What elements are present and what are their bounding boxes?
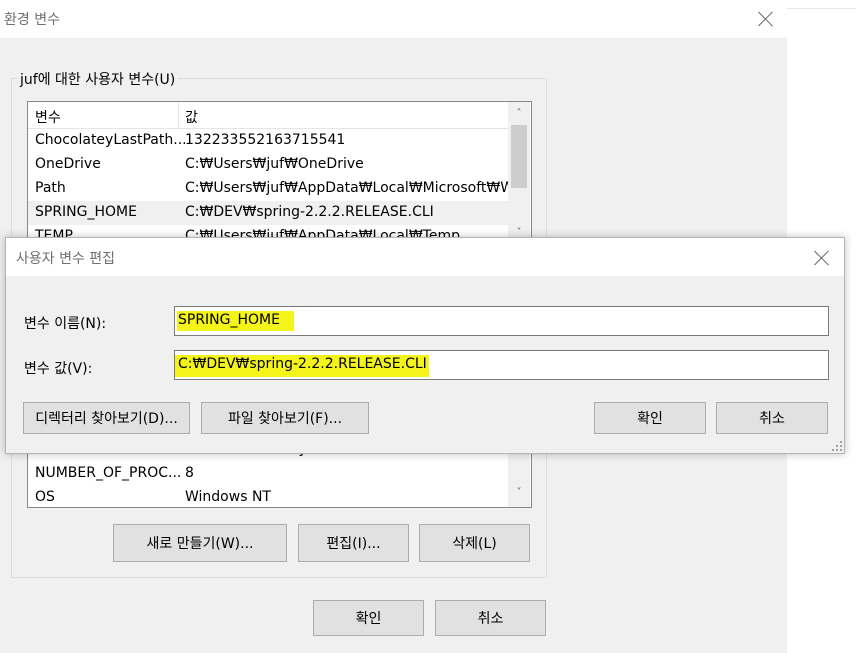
close-icon[interactable]: [814, 250, 830, 266]
variable-name: NUMBER_OF_PROC...: [35, 465, 182, 481]
variable-name: OneDrive: [35, 156, 101, 172]
variable-value-input[interactable]: C:₩DEV₩spring-2.2.2.RELEASE.CLI: [174, 350, 829, 380]
variable-value-label: 변수 값(V):: [24, 361, 93, 377]
new-variable-button[interactable]: 새로 만들기(W)...: [113, 524, 287, 562]
column-header-name[interactable]: 변수: [35, 107, 61, 127]
variable-name: OS: [35, 489, 55, 505]
variable-value: C:₩DEV₩spring-2.2.2.RELEASE.CLI: [185, 204, 434, 220]
user-variables-group-label: juf에 대한 사용자 변수(U): [17, 69, 179, 89]
table-row[interactable]: OS Windows NT: [28, 486, 508, 507]
table-row[interactable]: ChocolateyLastPath... 132233552163715541: [28, 129, 508, 153]
column-header-value[interactable]: 값: [185, 107, 198, 127]
dialog-title-bar: 사용자 변수 편집: [6, 238, 844, 276]
table-row[interactable]: NUMBER_OF_PROC... 8: [28, 462, 508, 486]
close-icon[interactable]: [758, 11, 774, 27]
variable-value: C:₩Users₩juf₩OneDrive: [185, 156, 364, 172]
variable-value: 132233552163715541: [185, 132, 346, 148]
main-cancel-button[interactable]: 취소: [435, 600, 546, 636]
variable-value-value: C:₩DEV₩spring-2.2.2.RELEASE.CLI: [178, 356, 427, 372]
resize-grip-icon[interactable]: [832, 441, 842, 451]
divider: [787, 8, 856, 9]
variable-name: ChocolateyLastPath...: [35, 132, 187, 148]
browse-file-button[interactable]: 파일 찾아보기(F)...: [201, 402, 369, 434]
variable-name: Path: [35, 180, 66, 196]
variable-value: C:₩Users₩juf₩AppData₩Local₩Microsoft₩W..…: [185, 180, 526, 196]
variable-name-label: 변수 이름(N):: [24, 316, 107, 332]
variable-value: 8: [185, 465, 194, 481]
table-row[interactable]: OneDrive C:₩Users₩juf₩OneDrive: [28, 153, 508, 177]
edit-user-variable-dialog: 사용자 변수 편집 변수 이름(N): SPRING_HOME 변수 값(V):…: [5, 237, 845, 454]
browse-directory-button[interactable]: 디렉터리 찾아보기(D)...: [23, 402, 190, 434]
scroll-down-icon[interactable]: ˅: [513, 487, 525, 499]
dialog-cancel-button[interactable]: 취소: [716, 402, 828, 434]
variable-name-input[interactable]: SPRING_HOME: [174, 306, 829, 336]
table-row[interactable]: Path C:₩Users₩juf₩AppData₩Local₩Microsof…: [28, 177, 526, 201]
variable-name-value: SPRING_HOME: [178, 312, 280, 328]
edit-variable-button[interactable]: 편집(I)...: [298, 524, 409, 562]
column-separator[interactable]: [178, 102, 179, 128]
variable-value: Windows NT: [185, 489, 271, 505]
main-ok-button[interactable]: 확인: [313, 600, 424, 636]
list-header: 변수 값: [28, 102, 508, 129]
main-window-title: 환경 변수: [4, 12, 60, 28]
table-row-selected[interactable]: SPRING_HOME C:₩DEV₩spring-2.2.2.RELEASE.…: [28, 201, 508, 225]
scrollbar-thumb[interactable]: [511, 125, 527, 188]
main-title-bar: 환경 변수: [0, 0, 787, 38]
dialog-ok-button[interactable]: 확인: [594, 402, 706, 434]
delete-variable-button[interactable]: 삭제(L): [419, 524, 530, 562]
dialog-title: 사용자 변수 편집: [16, 251, 116, 267]
scroll-up-icon[interactable]: ˄: [513, 108, 525, 120]
variable-name: SPRING_HOME: [35, 204, 137, 220]
